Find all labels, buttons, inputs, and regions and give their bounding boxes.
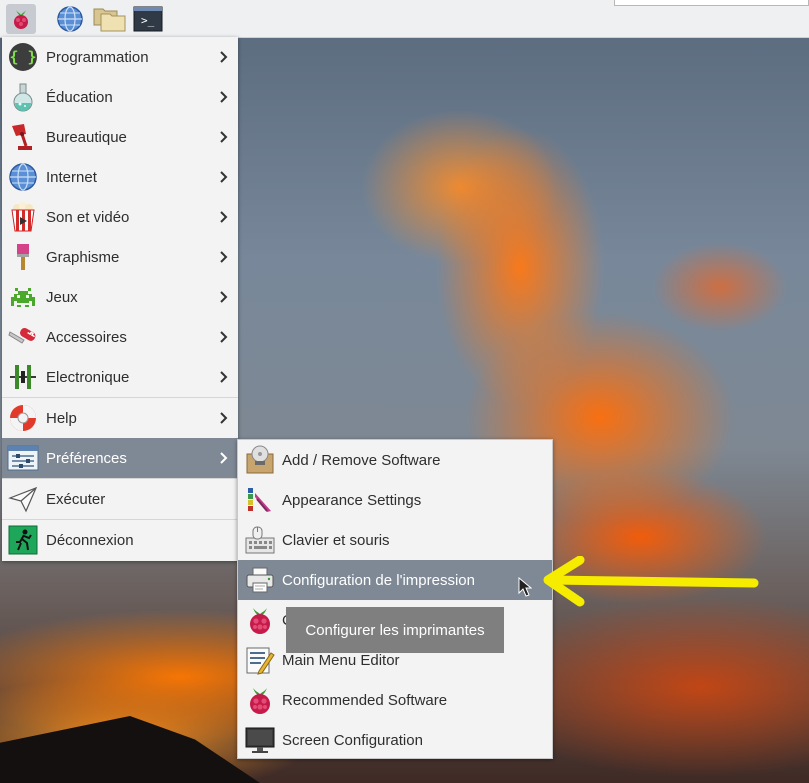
submenu-item-screen-configuration[interactable]: Screen Configuration: [238, 720, 552, 760]
top-panel: >_: [0, 0, 809, 38]
chevron-right-icon: [214, 91, 234, 103]
folders-icon: [93, 8, 126, 32]
menu-item-label: Help: [46, 409, 77, 427]
menu-item-label: Son et vidéo: [46, 208, 130, 226]
menu-item-label: Accessoires: [46, 328, 127, 346]
menu-item-accessoires[interactable]: Accessoires: [2, 317, 238, 357]
chevron-right-icon: [214, 412, 234, 424]
chevron-right-icon: [214, 452, 234, 464]
terminal-prompt: >_: [141, 14, 155, 27]
flask-icon: [13, 83, 33, 112]
raspberry-icon: [250, 608, 270, 634]
submenu-item-add-remove-software[interactable]: Add / Remove Software: [238, 440, 552, 480]
menu-item-son-et-video[interactable]: Son et vidéo: [2, 197, 238, 237]
submenu-item-label: Appearance Settings: [282, 491, 422, 509]
menu-item-education[interactable]: Éducation: [2, 77, 238, 117]
menu-item-label: Electronique: [46, 368, 130, 386]
chevron-right-icon: [214, 171, 234, 183]
raspberry-menu-button[interactable]: [6, 4, 36, 34]
system-tray: [614, 0, 809, 6]
package-icon: [246, 445, 274, 474]
swiss-knife-icon: [8, 328, 36, 344]
menu-item-label: Jeux: [46, 288, 78, 306]
submenu-item-configuration-impression[interactable]: Configuration de l'impression: [238, 560, 552, 600]
palette-icon: [248, 488, 271, 512]
space-invader-icon: [11, 288, 35, 307]
chevron-right-icon: [214, 131, 234, 143]
submenu-item-label: Configuration de l'impression: [282, 571, 475, 589]
menu-item-label: Préférences: [46, 449, 127, 467]
menu-item-internet[interactable]: Internet: [2, 157, 238, 197]
submenu-item-label: Screen Configuration: [282, 731, 423, 749]
menu-item-label: Internet: [46, 168, 97, 186]
chevron-right-icon: [214, 291, 234, 303]
menu-item-programmation[interactable]: { } Programmation: [2, 37, 238, 77]
popcorn-icon: [11, 202, 35, 232]
submenu-item-label: Add / Remove Software: [282, 451, 441, 469]
submenu-item-appearance-settings[interactable]: Appearance Settings: [238, 480, 552, 520]
submenu-item-clavier-et-souris[interactable]: Clavier et souris: [238, 520, 552, 560]
globe-icon: [57, 6, 83, 32]
menu-item-help[interactable]: Help: [2, 398, 238, 438]
chevron-right-icon: [214, 211, 234, 223]
annotation-arrow-icon: [543, 556, 759, 607]
braces-icon: { }: [9, 43, 37, 71]
menu-item-deconnexion[interactable]: Déconnexion: [2, 520, 238, 560]
terminal-button[interactable]: >_: [133, 4, 163, 34]
menu-item-label: Exécuter: [46, 490, 106, 508]
menu-editor-icon: [246, 647, 275, 675]
svg-text:{ }: { }: [9, 48, 36, 66]
chevron-right-icon: [214, 371, 234, 383]
submenu-item-recommended-software[interactable]: Recommended Software: [238, 680, 552, 720]
menu-item-label: Bureautique: [46, 128, 127, 146]
paintbrush-icon: [17, 244, 29, 270]
tooltip: Configurer les imprimantes: [286, 607, 504, 653]
exit-icon: [8, 525, 38, 555]
submenu-item-label: Recommended Software: [282, 691, 448, 709]
menu-item-executer[interactable]: Exécuter: [2, 479, 238, 519]
chevron-right-icon: [214, 51, 234, 63]
lifebuoy-icon: [10, 405, 36, 431]
raspberry-menu-icon: [14, 10, 28, 29]
submenu-item-label: Clavier et souris: [282, 531, 390, 549]
circuit-icon: [10, 365, 36, 389]
menu-item-label: Programmation: [46, 48, 149, 66]
monitor-icon: [245, 727, 275, 753]
menu-item-bureautique[interactable]: Bureautique: [2, 117, 238, 157]
desk-lamp-icon: [12, 124, 32, 150]
menu-item-preferences[interactable]: Préférences: [2, 438, 238, 478]
menu-item-graphisme[interactable]: Graphisme: [2, 237, 238, 277]
preferences-icon: [7, 445, 39, 471]
menu-item-label: Déconnexion: [46, 531, 134, 549]
menu-item-label: Éducation: [46, 88, 113, 106]
printer-icon: [246, 567, 274, 593]
globe-icon: [9, 163, 37, 191]
menu-item-label: Graphisme: [46, 248, 120, 266]
menu-item-electronique[interactable]: Electronique: [2, 357, 238, 397]
file-manager-button[interactable]: [93, 4, 127, 34]
preferences-submenu: Add / Remove Software Appearance Setting…: [237, 439, 553, 759]
keyboard-mouse-icon: [245, 526, 275, 554]
chevron-right-icon: [214, 251, 234, 263]
chevron-right-icon: [214, 331, 234, 343]
mouse-cursor-icon: [518, 577, 532, 597]
paper-plane-icon: [8, 486, 38, 513]
browser-button[interactable]: [55, 4, 85, 34]
raspberry-icon: [250, 688, 270, 714]
application-menu: { } Programmation Éducation Bureautique …: [2, 37, 238, 561]
submenu-item-label: Main Menu Editor: [282, 651, 400, 669]
menu-item-jeux[interactable]: Jeux: [2, 277, 238, 317]
